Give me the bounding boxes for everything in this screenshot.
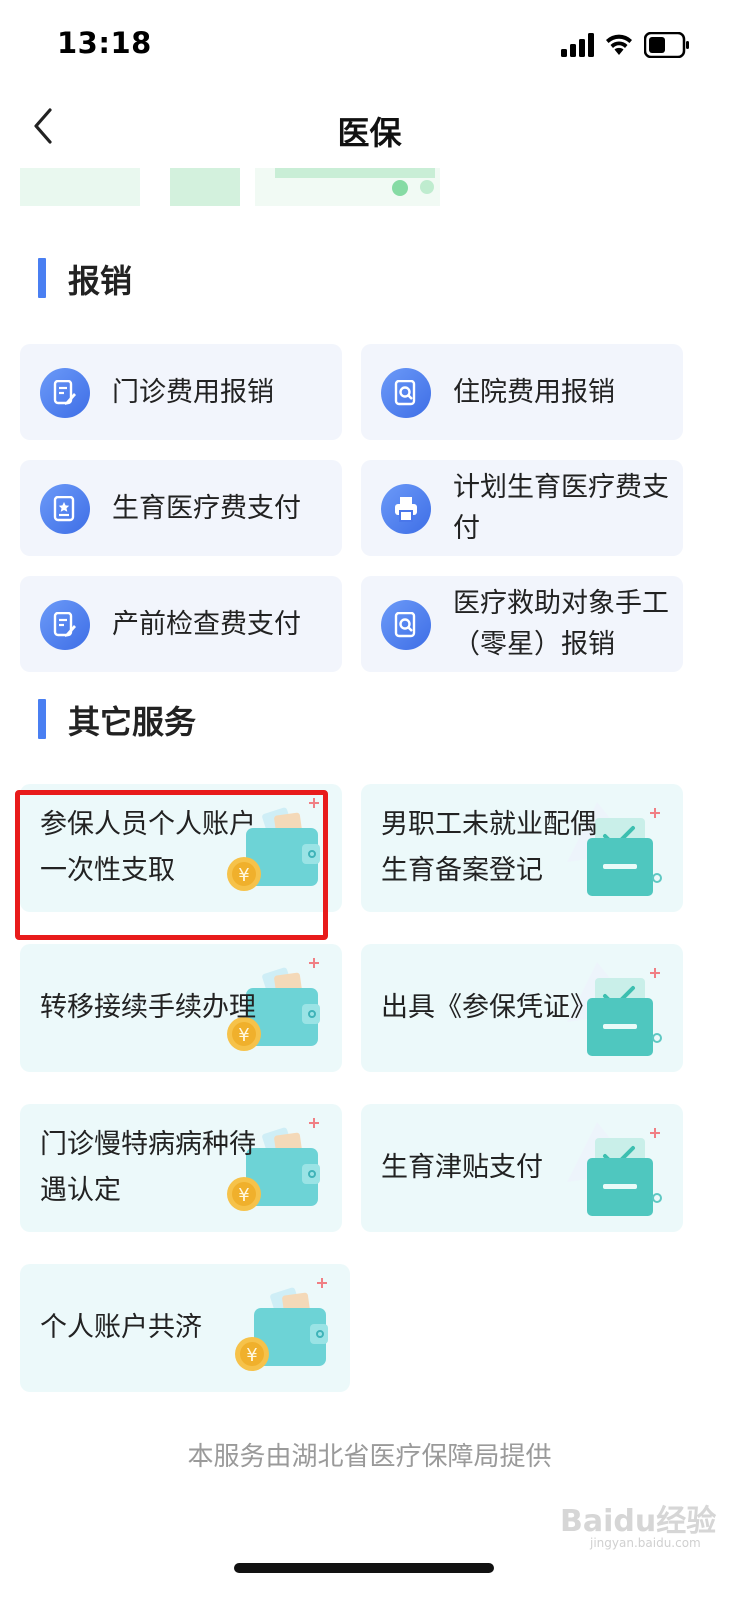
section-accent-bar	[38, 258, 46, 298]
maternity-allowance-payment-button[interactable]: 生育津贴支付	[361, 1104, 683, 1232]
card-label: 转移接续手续办理	[40, 992, 256, 1023]
section-title: 报销	[68, 262, 133, 300]
section-title: 其它服务	[68, 703, 197, 741]
document-search-icon	[381, 600, 431, 650]
transfer-continuation-button[interactable]: 转移接续手续办理 ¥	[20, 944, 342, 1072]
medical-aid-manual-reimbursement-button[interactable]: 医疗救助对象手工（零星）报销	[361, 576, 683, 672]
status-bar: 13:18	[0, 0, 739, 90]
card-label: 出具《参保凭证》	[381, 992, 597, 1023]
family-planning-payment-button[interactable]: 计划生育医疗费支付	[361, 460, 683, 556]
section-accent-bar	[38, 699, 46, 739]
spouse-maternity-registration-button[interactable]: 男职工未就业配偶生育备案登记	[361, 784, 683, 912]
card-label: 个人账户共济	[40, 1312, 202, 1343]
watermark-url: jingyan.baidu.com	[590, 1536, 701, 1550]
scrolled-banner-remnant[interactable]	[20, 168, 440, 206]
card-label: 生育津贴支付	[381, 1152, 543, 1183]
inpatient-reimbursement-button[interactable]: 住院费用报销	[361, 344, 683, 440]
edit-document-icon	[40, 368, 90, 418]
watermark-logo: Baidu经验	[560, 1504, 717, 1539]
card-label: 生育医疗费支付	[112, 492, 301, 524]
card-label: 门诊慢特病病种待遇认定	[40, 1129, 256, 1206]
document-search-icon	[381, 368, 431, 418]
card-label: 计划生育医疗费支付	[453, 472, 669, 544]
card-label: 产前检查费支付	[112, 608, 301, 640]
prenatal-exam-payment-button[interactable]: 产前检查费支付	[20, 576, 342, 672]
edit-document-icon	[40, 600, 90, 650]
status-time: 13:18	[57, 26, 152, 60]
cellular-signal-icon	[561, 33, 594, 57]
nav-bar: 医保	[0, 90, 739, 168]
personal-account-withdrawal-button[interactable]: 参保人员个人账户一次性支取 ¥	[20, 784, 342, 912]
card-label: 参保人员个人账户一次性支取	[40, 809, 256, 886]
wifi-icon	[606, 34, 632, 55]
outpatient-reimbursement-button[interactable]: 门诊费用报销	[20, 344, 342, 440]
card-label: 男职工未就业配偶生育备案登记	[381, 809, 597, 886]
insurance-certificate-button[interactable]: 出具《参保凭证》	[361, 944, 683, 1072]
card-label: 住院费用报销	[453, 376, 615, 408]
maternity-medical-payment-button[interactable]: 生育医疗费支付	[20, 460, 342, 556]
home-indicator[interactable]	[234, 1563, 494, 1573]
footer-provider-text: 本服务由湖北省医疗保障局提供	[187, 1442, 552, 1472]
battery-icon	[644, 32, 689, 58]
printer-icon	[381, 484, 431, 534]
star-document-icon	[40, 484, 90, 534]
chronic-disease-certification-button[interactable]: 门诊慢特病病种待遇认定 ¥	[20, 1104, 342, 1232]
personal-account-mutual-aid-button[interactable]: 个人账户共济 ¥	[20, 1264, 350, 1392]
card-label: 医疗救助对象手工（零星）报销	[453, 588, 669, 660]
card-label: 门诊费用报销	[112, 376, 274, 408]
page-title: 医保	[337, 114, 402, 152]
